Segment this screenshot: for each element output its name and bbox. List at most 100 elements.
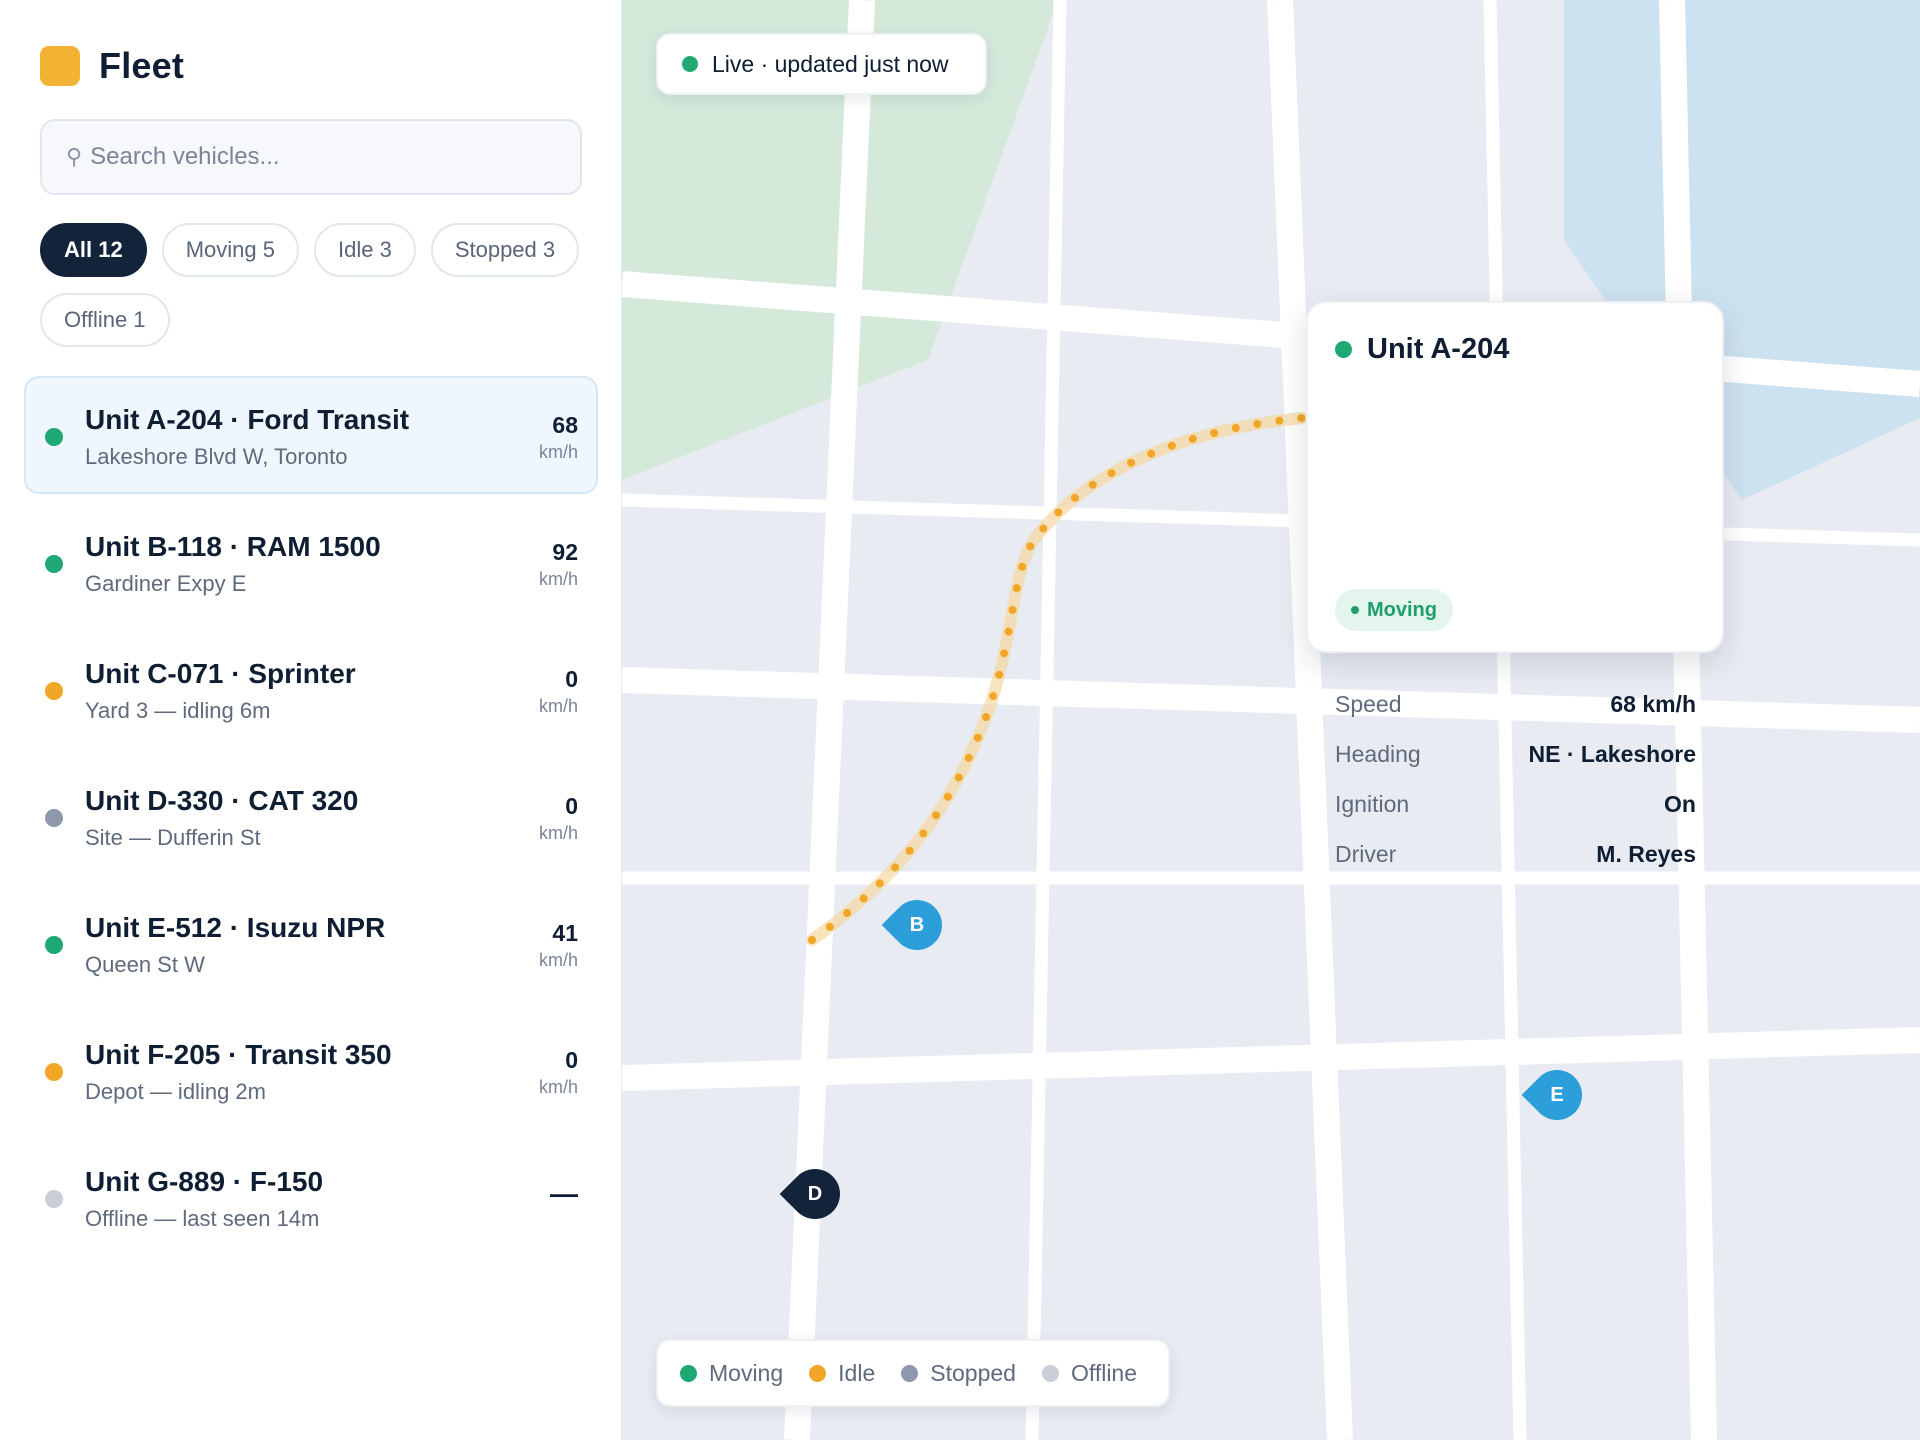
search-box[interactable]: ⚲ [40,119,582,195]
filter-chip-idle[interactable]: Idle 3 [313,223,416,277]
vehicle-speed: — [550,1178,578,1209]
status-dot [1335,341,1352,358]
vehicle-row[interactable]: Unit E-512 · Isuzu NPR Queen St W 41 km/… [24,884,598,1002]
badge-dot-icon [1351,606,1359,614]
status-dot [45,682,63,700]
status-dot [45,555,63,573]
marker-letter: D [807,1182,823,1205]
filter-chip-moving[interactable]: Moving 5 [161,223,299,277]
legend-item-moving: Moving [680,1360,783,1387]
road [1267,0,1353,1440]
status-dot [45,936,63,954]
popup-title: Unit A-204 [1367,333,1510,365]
vehicle-title: Unit B-118 · RAM 1500 [85,531,381,562]
legend-label: Moving [709,1359,784,1386]
vehicle-location: Lakeshore Blvd W, Toronto [85,444,348,469]
search-icon: ⚲ [66,144,83,169]
vehicle-speed-unit: km/h [538,950,578,970]
road [622,493,1920,547]
popup-header: Unit A-204 [1335,333,1509,366]
vehicle-title: Unit C-071 · Sprinter [85,658,356,689]
vehicle-title: Unit D-330 · CAT 320 [85,785,359,816]
vehicle-title: Unit G-889 · F-150 [85,1166,324,1197]
vehicle-speed: 92 [552,539,578,565]
vehicle-location: Yard 3 — idling 6m [85,698,271,723]
vehicle-marker-d[interactable]: D [779,1158,851,1230]
legend-label: Offline [1070,1359,1138,1386]
popup-row-driver: Driver M. Reyes [1335,839,1696,869]
status-dot [45,428,63,446]
popup-value: M. Reyes [1596,840,1696,867]
legend-item-idle: Idle [809,1360,875,1387]
vehicle-title: Unit A-204 · Ford Transit [85,404,410,435]
map-legend: Moving Idle Stopped Offline [656,1339,1170,1407]
vehicle-location: Offline — last seen 14m [85,1206,320,1231]
vehicle-speed-unit: km/h [538,696,578,716]
vehicle-speed: 0 [565,1047,578,1073]
brand: Fleet [40,45,185,86]
popup-row-ignition: Ignition On [1335,789,1696,819]
brand-logo-icon [40,46,80,86]
legend-dot-icon [680,1364,697,1382]
filter-chip-all[interactable]: All 12 [40,223,147,277]
vehicle-marker-e[interactable]: E [1521,1059,1593,1131]
marker-letter: B [909,913,925,936]
app-title: Fleet [99,45,185,86]
vehicle-marker-b[interactable]: B [881,889,953,961]
legend-item-offline: Offline [1041,1359,1138,1387]
marker-letter: E [1550,1083,1564,1106]
vehicle-speed: 68 [552,412,578,438]
vehicle-speed: 0 [565,666,578,692]
map-canvas[interactable] [622,0,1920,1440]
fleet-app: Fleet ⚲ All 12 Moving 5 Idle 3 Stopped 3… [0,0,1920,1440]
vehicle-title: Unit E-512 · Isuzu NPR [85,912,386,943]
popup-label: Ignition [1335,790,1410,817]
popup-value: NE · Lakeshore [1528,740,1696,767]
filter-chip-stopped[interactable]: Stopped 3 [430,223,580,277]
vehicle-popup: Unit A-204 Speed 68 km/h Heading NE · La… [1306,301,1724,867]
sidebar: Fleet ⚲ All 12 Moving 5 Idle 3 Stopped 3… [0,0,622,1440]
legend-item-stopped: Stopped [901,1360,1016,1387]
popup-value: 68 km/h [1610,690,1696,717]
status-dot [45,1190,63,1208]
status-dot [45,809,63,827]
vehicle-location: Depot — idling 2m [85,1079,266,1104]
status-badge-label: Moving [1367,598,1437,621]
vehicle-row[interactable]: Unit B-118 · RAM 1500 Gardiner Expy E 92… [24,503,598,621]
vehicle-row[interactable]: Unit G-889 · F-150 Offline — last seen 1… [24,1138,598,1256]
vehicle-list: Unit A-204 · Ford Transit Lakeshore Blvd… [24,376,598,1265]
live-indicator-icon [682,56,698,72]
popup-row-speed: Speed 68 km/h [1335,689,1696,719]
vehicle-row[interactable]: Unit F-205 · Transit 350 Depot — idling … [24,1011,598,1129]
vehicle-speed: 0 [565,793,578,819]
map-view[interactable]: Live · updated just now Unit A-204 Speed… [622,0,1920,1440]
live-status-text: Live · updated just now [712,50,949,77]
filter-chip-offline[interactable]: Offline 1 [40,293,170,347]
vehicle-speed-unit: km/h [538,442,578,462]
popup-value: On [1664,790,1696,817]
vehicle-row[interactable]: Unit A-204 · Ford Transit Lakeshore Blvd… [24,376,598,494]
popup-label: Heading [1335,740,1421,767]
road [622,667,1920,733]
legend-label: Idle [838,1359,876,1386]
vehicle-location: Gardiner Expy E [85,571,247,596]
popup-row-heading: Heading NE · Lakeshore [1335,739,1696,769]
search-input[interactable] [90,143,561,171]
vehicle-location: Queen St W [85,952,205,977]
legend-dot-icon [809,1364,827,1382]
vehicle-title: Unit F-205 · Transit 350 [85,1039,392,1070]
vehicle-location: Site — Dufferin St [85,825,261,850]
legend-label: Stopped [930,1359,1016,1386]
vehicle-row[interactable]: Unit D-330 · CAT 320 Site — Dufferin St … [24,757,598,875]
vehicle-speed-unit: km/h [538,823,578,843]
popup-label: Driver [1335,840,1397,867]
vehicle-speed-unit: km/h [538,569,578,589]
status-dot [45,1063,63,1081]
popup-label: Speed [1335,690,1402,717]
live-status-pill: Live · updated just now [656,33,987,95]
road [1025,0,1067,1440]
vehicle-speed-unit: km/h [538,1077,578,1097]
vehicle-row[interactable]: Unit C-071 · Sprinter Yard 3 — idling 6m… [24,630,598,748]
legend-dot-icon [1041,1364,1059,1382]
filter-chips: All 12 Moving 5 Idle 3 Stopped 3 Offline… [40,223,600,347]
